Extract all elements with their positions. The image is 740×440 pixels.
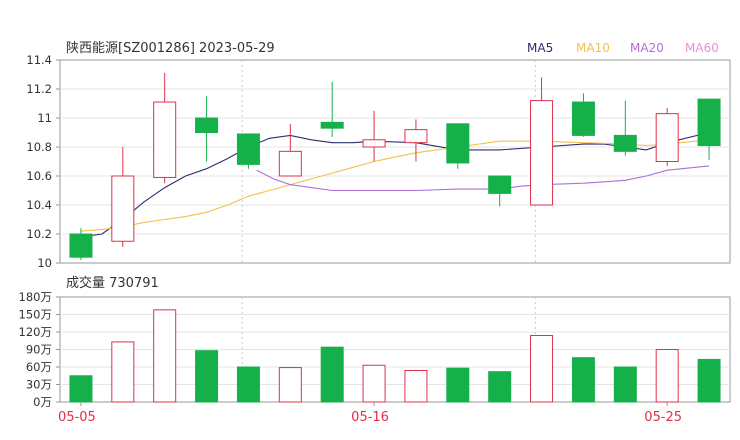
candle [571, 93, 595, 137]
volume-bar [613, 366, 637, 403]
volume-bar [320, 346, 344, 403]
candle-body [69, 233, 93, 258]
volume-bar [195, 350, 219, 403]
volume-tick-label: 150万 [19, 308, 52, 322]
candle-body [571, 101, 595, 136]
x-tick-label: 05-05 [58, 410, 96, 425]
volume-title: 成交量 730791 [66, 275, 159, 291]
price-panel: 陕西能源[SZ001286] 2023-05-29 MA5 MA10 MA20 MA6… [26, 41, 731, 270]
volume-bar [236, 366, 260, 403]
legend-ma5: MA5 [527, 41, 553, 55]
volume-bar [69, 375, 93, 403]
candle-body [530, 100, 554, 206]
volume-bar [488, 371, 512, 403]
candle [530, 77, 554, 206]
candle-body [153, 101, 177, 178]
x-tick-label: 05-16 [351, 410, 389, 425]
candle-body [320, 121, 344, 129]
price-tick-label: 11.4 [26, 53, 52, 67]
volume-bar [111, 341, 135, 403]
candle [153, 73, 177, 184]
volume-y-axis: 180万 150万 120万 90万 60万 30万 0万 [19, 290, 60, 409]
price-tick-label: 11.2 [26, 82, 52, 96]
candle [613, 100, 637, 156]
candle [69, 228, 93, 261]
price-y-axis: 11.4 11.2 11 10.8 10.6 10.4 10.2 10 [26, 53, 60, 270]
candle-body [195, 117, 219, 133]
volume-bar [571, 357, 595, 403]
volume-bar [697, 358, 721, 403]
candle-body [613, 134, 637, 152]
candlesticks [69, 73, 721, 261]
legend-ma10: MA10 [576, 41, 610, 55]
candle-body [404, 129, 428, 144]
chart-title: 陕西能源[SZ001286] 2023-05-29 [66, 41, 275, 56]
candle [278, 123, 302, 177]
price-tick-label: 10.4 [26, 198, 52, 212]
candle-body [111, 175, 135, 242]
ma-line-ma20 [256, 165, 710, 192]
candle-body [446, 123, 470, 164]
volume-bar [278, 367, 302, 403]
x-axis: 05-05 05-16 05-25 [58, 402, 682, 425]
volume-tick-label: 120万 [19, 325, 52, 339]
volume-panel: 成交量 730791 180万 150万 120万 90万 60万 30万 0万 [19, 275, 731, 409]
price-tick-label: 10.2 [26, 227, 52, 241]
candle-body [362, 139, 386, 148]
candle-body [488, 175, 512, 194]
ma-legend: MA5 MA10 MA20 MA60 [527, 41, 719, 55]
x-tick-label: 05-25 [644, 410, 682, 425]
price-tick-label: 10.6 [26, 169, 52, 183]
candle [236, 133, 260, 169]
stock-chart: 陕西能源[SZ001286] 2023-05-29 MA5 MA10 MA20 MA6… [19, 41, 731, 425]
price-tick-label: 11 [37, 111, 52, 125]
candle [655, 107, 679, 166]
volume-tick-label: 0万 [33, 395, 52, 409]
candle-body [697, 98, 721, 147]
volume-tick-label: 30万 [26, 378, 52, 392]
volume-bar [153, 309, 177, 403]
candle-body [655, 113, 679, 162]
volume-bar [404, 370, 428, 403]
candle-body [278, 150, 302, 177]
volume-tick-label: 90万 [26, 343, 52, 357]
candle [111, 147, 135, 248]
candle [320, 81, 344, 137]
volume-tick-label: 180万 [19, 290, 52, 304]
candle [446, 123, 470, 169]
legend-ma60: MA60 [685, 41, 719, 55]
candle [488, 175, 512, 207]
price-tick-label: 10.8 [26, 140, 52, 154]
legend-ma20: MA20 [630, 41, 664, 55]
volume-bar [530, 335, 554, 403]
candle [195, 96, 219, 162]
candle [404, 119, 428, 162]
candle-body [236, 133, 260, 165]
volume-bars [69, 309, 721, 403]
candle [697, 98, 721, 161]
volume-bar [446, 367, 470, 403]
volume-bar [655, 349, 679, 403]
volume-tick-label: 60万 [26, 360, 52, 374]
volume-bar [362, 364, 386, 403]
price-tick-label: 10 [37, 256, 52, 270]
